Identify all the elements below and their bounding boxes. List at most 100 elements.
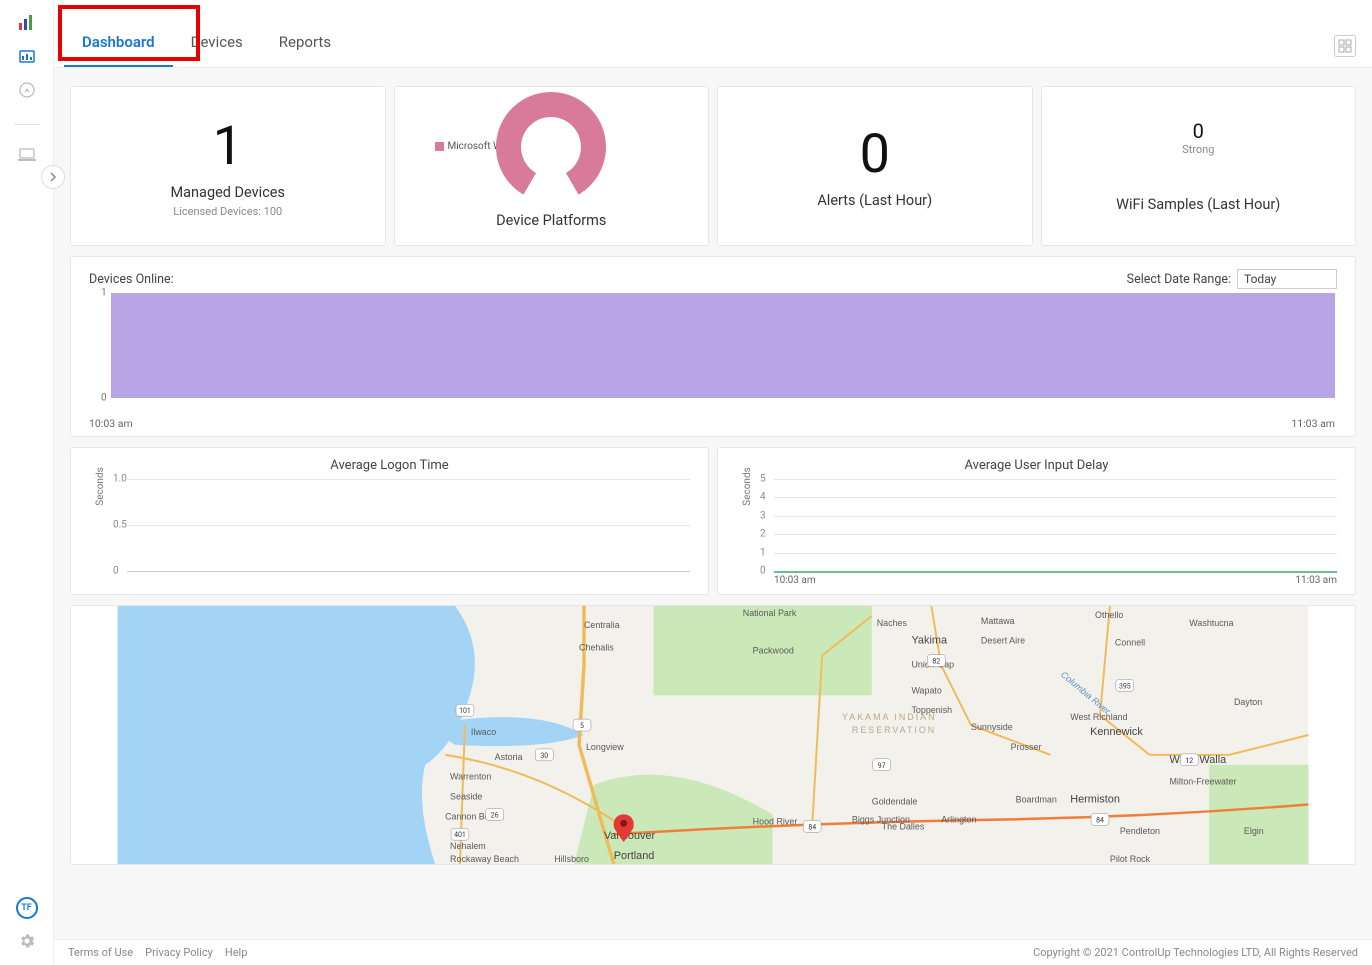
- map-label: Rockaway Beach: [450, 854, 519, 864]
- chart-title: Average Logon Time: [89, 458, 690, 473]
- y-axis-label: Seconds: [95, 467, 106, 506]
- devices-online-chart: 1 0: [101, 293, 1337, 413]
- y-tick: 0.5: [113, 520, 127, 531]
- map-label: West Richland: [1070, 712, 1127, 722]
- map-label: RESERVATION: [852, 725, 936, 735]
- map-label: Seaside: [450, 792, 482, 802]
- layout-toggle-icon[interactable]: [1334, 35, 1356, 57]
- kpi-managed-devices[interactable]: 1 Managed Devices Licensed Devices: 100: [70, 86, 386, 246]
- avg-logon-chart: Seconds 1.0 0.5 0: [115, 479, 690, 571]
- settings-gear-icon[interactable]: [17, 931, 37, 951]
- map-label: Ilwaco: [471, 727, 496, 737]
- topbar: Dashboard Devices Reports: [54, 0, 1372, 68]
- y-axis-label: Seconds: [742, 467, 753, 506]
- small-charts-row: Average Logon Time Seconds 1.0 0.5 0 Ave…: [70, 447, 1356, 595]
- x-tick-start: 10:03 am: [89, 417, 133, 430]
- kpi-title: Device Platforms: [496, 212, 606, 229]
- avg-uid-card: Average User Input Delay Seconds 5 4 3 2…: [717, 447, 1356, 595]
- map-label: Elgin: [1244, 826, 1264, 836]
- chart-title: Average User Input Delay: [736, 458, 1337, 473]
- map-label: Centralia: [584, 620, 620, 630]
- svg-text:5: 5: [580, 722, 584, 730]
- map-label: Packwood: [753, 646, 794, 656]
- y-tick: 2: [760, 529, 766, 540]
- donut-chart: [476, 71, 626, 221]
- svg-text:26: 26: [491, 811, 499, 819]
- kpi-value: 0: [860, 123, 890, 186]
- kpi-device-platforms[interactable]: Microsoft Windows Device Platforms: [394, 86, 710, 246]
- y-tick: 0: [101, 393, 107, 404]
- device-nav-icon[interactable]: [17, 145, 37, 165]
- map-label: Yakima: [911, 635, 947, 647]
- kpi-alerts[interactable]: 0 Alerts (Last Hour): [717, 86, 1033, 246]
- x-tick-end: 11:03 am: [1295, 575, 1337, 586]
- kpi-value: 0: [1193, 119, 1204, 143]
- dashboard-nav-icon[interactable]: [17, 46, 37, 66]
- map-label: Longview: [586, 742, 624, 752]
- y-tick: 3: [760, 510, 766, 521]
- map-label: Mattawa: [981, 616, 1015, 626]
- map-label: Prosser: [1011, 742, 1042, 752]
- map-label: Biggs Junction: [852, 814, 910, 824]
- kpi-title: WiFi Samples (Last Hour): [1116, 196, 1280, 213]
- y-tick: 4: [760, 492, 766, 503]
- y-tick: 1.0: [113, 474, 127, 485]
- map-label: National Park: [743, 608, 797, 618]
- svg-text:82: 82: [932, 658, 940, 666]
- x-tick-end: 11:03 am: [1291, 417, 1335, 430]
- y-tick: 0: [113, 566, 119, 577]
- dashboard-content: 1 Managed Devices Licensed Devices: 100 …: [54, 68, 1372, 939]
- svg-text:84: 84: [1096, 816, 1104, 824]
- footer-copyright: Copyright © 2021 ControlUp Technologies …: [1033, 946, 1358, 959]
- map-label: Hillsboro: [554, 854, 589, 864]
- tab-devices[interactable]: Devices: [173, 11, 261, 67]
- date-range-select[interactable]: Today: [1237, 269, 1337, 289]
- footer-link-privacy[interactable]: Privacy Policy: [145, 946, 213, 959]
- kpi-wifi[interactable]: 0 Strong WiFi Samples (Last Hour): [1041, 86, 1357, 246]
- device-map[interactable]: National Park Centralia Chehalis Packwoo…: [70, 605, 1356, 865]
- side-rail: TF: [0, 0, 54, 965]
- kpi-title: Managed Devices: [171, 184, 285, 201]
- footer-link-terms[interactable]: Terms of Use: [68, 946, 133, 959]
- kpi-subtitle: Licensed Devices: 100: [173, 205, 282, 218]
- kpi-value: 1: [213, 115, 243, 178]
- map-label: Naches: [877, 618, 908, 628]
- map-label: Othello: [1095, 610, 1123, 620]
- kpi-row: 1 Managed Devices Licensed Devices: 100 …: [70, 86, 1356, 246]
- legend-swatch-icon: [435, 142, 444, 151]
- main-area: Dashboard Devices Reports 1 Managed Devi…: [54, 0, 1372, 965]
- map-label: Sunnyside: [971, 722, 1013, 732]
- map-label: Astoria: [495, 752, 523, 762]
- user-avatar[interactable]: TF: [16, 897, 38, 919]
- logo-bars-icon[interactable]: [17, 12, 37, 32]
- footer-link-help[interactable]: Help: [225, 946, 248, 959]
- y-tick: 1: [101, 288, 107, 299]
- compass-nav-icon[interactable]: [17, 80, 37, 100]
- map-label: Hood River: [753, 816, 798, 826]
- chart-title: Devices Online:: [89, 272, 174, 287]
- expand-rail-button[interactable]: [41, 165, 65, 189]
- map-label: YAKAMA INDIAN: [842, 712, 937, 722]
- map-label: Milton-Freewater: [1169, 777, 1236, 787]
- svg-text:395: 395: [1119, 682, 1131, 690]
- y-tick: 5: [760, 474, 766, 485]
- map-label: Dayton: [1234, 697, 1262, 707]
- devices-online-card: Devices Online: Select Date Range: Today…: [70, 256, 1356, 437]
- map-label: Pilot Rock: [1110, 854, 1151, 864]
- kpi-title: Alerts (Last Hour): [817, 192, 932, 209]
- tab-reports[interactable]: Reports: [261, 11, 349, 67]
- map-label: Hermiston: [1070, 793, 1120, 805]
- map-label: Boardman: [1016, 794, 1057, 804]
- svg-text:84: 84: [808, 823, 816, 831]
- map-label: Kennewick: [1090, 726, 1143, 738]
- series-line: [774, 571, 1337, 573]
- map-label: Warrenton: [450, 772, 491, 782]
- area-fill: [111, 293, 1335, 398]
- map-label: Pendleton: [1120, 826, 1160, 836]
- map-label: Goldendale: [872, 796, 918, 806]
- date-range-label: Select Date Range:: [1127, 272, 1231, 287]
- map-svg: National Park Centralia Chehalis Packwoo…: [71, 606, 1355, 864]
- svg-text:97: 97: [878, 762, 886, 770]
- tab-dashboard[interactable]: Dashboard: [64, 11, 173, 67]
- map-label: Desert Aire: [981, 636, 1025, 646]
